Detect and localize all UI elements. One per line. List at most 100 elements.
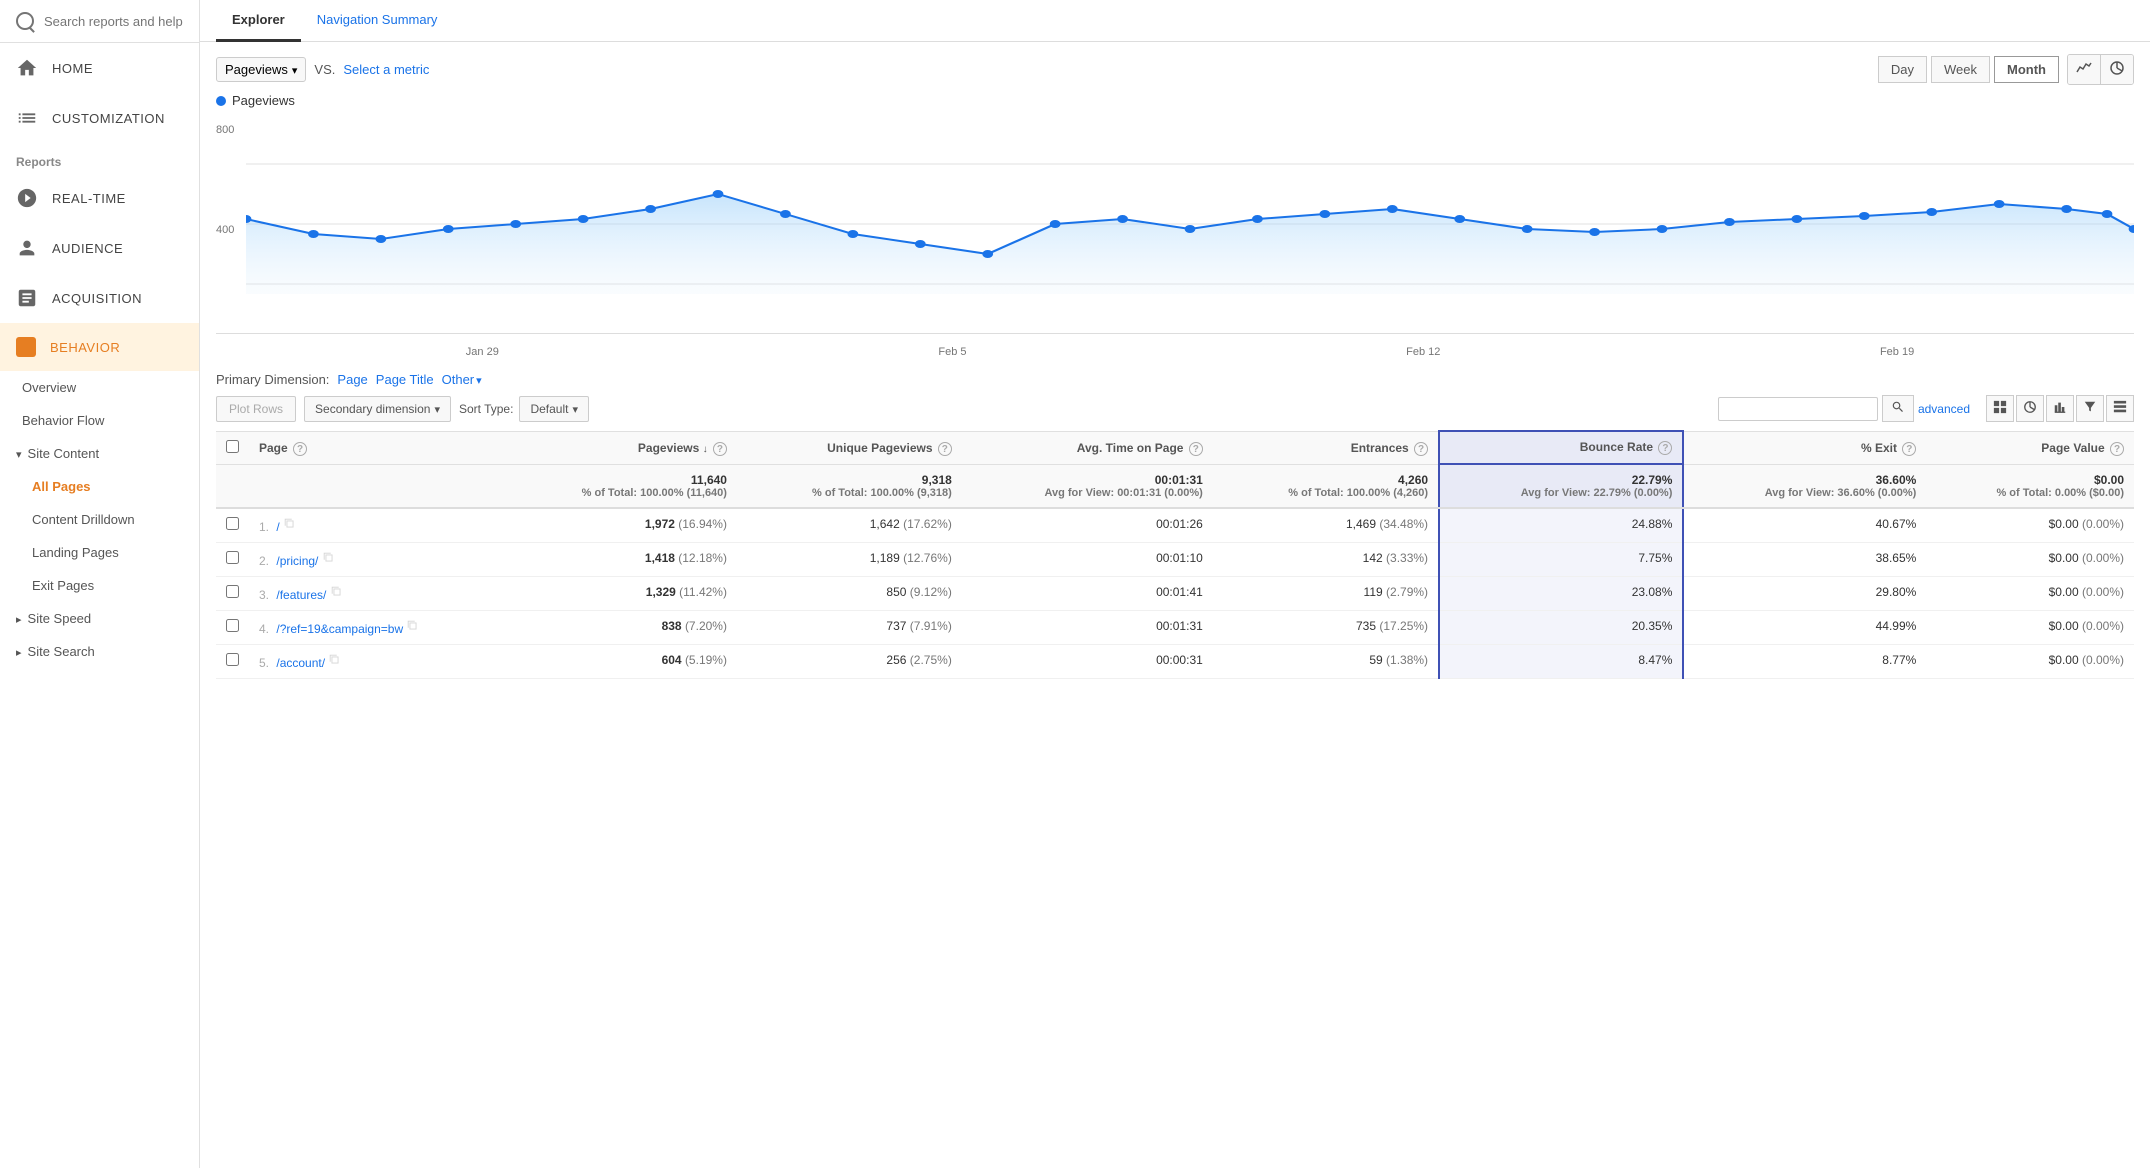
th-exit: % Exit ?	[1683, 431, 1926, 464]
date-btn-day[interactable]: Day	[1878, 56, 1927, 83]
data-table: Page ? Pageviews ↓ ? Unique Pageviews ? …	[216, 430, 2134, 679]
th-bounce-rate: Bounce Rate ?	[1439, 431, 1683, 464]
sidebar-item-home[interactable]: HOME	[0, 43, 199, 93]
grid-icon	[1993, 400, 2007, 414]
table-row: 5. /account/ 604 (5.19%) 256 (2.75%) 00:…	[216, 645, 2134, 679]
row4-unique-pv: 737 (7.91%)	[737, 611, 962, 645]
totals-pageviews: 11,640 % of Total: 100.00% (11,640)	[504, 464, 737, 508]
sort-type-group: Sort Type: Default	[459, 396, 589, 422]
row4-page-value: $0.00 (0.00%)	[1926, 611, 2134, 645]
pie-view-btn[interactable]	[2016, 395, 2044, 422]
row3-check[interactable]	[226, 585, 239, 598]
chart-area: 800 400	[216, 114, 2134, 334]
sidebar-item-overview[interactable]: Overview	[0, 371, 199, 404]
sort-dropdown[interactable]: Default	[519, 396, 589, 422]
row5-page-link[interactable]: /account/	[276, 656, 325, 670]
sidebar-item-behavior[interactable]: BEHAVIOR	[0, 323, 199, 371]
sidebar-item-all-pages[interactable]: All Pages	[0, 470, 199, 503]
tab-navigation-summary[interactable]: Navigation Summary	[301, 0, 454, 42]
row2-bounce-rate: 7.75%	[1439, 543, 1683, 577]
row3-unique-pv: 850 (9.12%)	[737, 577, 962, 611]
table-row: 2. /pricing/ 1,418 (12.18%) 1,189 (12.76…	[216, 543, 2134, 577]
row5-bounce-rate: 8.47%	[1439, 645, 1683, 679]
grid-view-btn[interactable]	[1986, 395, 2014, 422]
line-chart-btn[interactable]	[2068, 55, 2101, 84]
bounce-help-icon[interactable]: ?	[1658, 441, 1672, 455]
x-label-feb12: Feb 12	[1406, 346, 1440, 358]
sidebar-item-realtime[interactable]: REAL-TIME	[0, 173, 199, 223]
primary-dim-page-title[interactable]: Page Title	[376, 372, 434, 387]
sidebar-item-behavior-flow[interactable]: Behavior Flow	[0, 404, 199, 437]
row5-unique-pv: 256 (2.75%)	[737, 645, 962, 679]
sidebar-item-customization[interactable]: CUSTOMIZATION	[0, 93, 199, 143]
date-btn-week[interactable]: Week	[1931, 56, 1990, 83]
unique-pv-help-icon[interactable]: ?	[938, 442, 952, 456]
row1-check[interactable]	[226, 517, 239, 530]
funnel-view-btn[interactable]	[2076, 395, 2104, 422]
row3-page-link[interactable]: /features/	[276, 588, 326, 602]
row1-bounce-rate: 24.88%	[1439, 508, 1683, 543]
row2-page-link[interactable]: /pricing/	[276, 554, 318, 568]
row1-page-value: $0.00 (0.00%)	[1926, 508, 2134, 543]
th-unique-pageviews: Unique Pageviews ?	[737, 431, 962, 464]
sidebar-item-site-search[interactable]: Site Search	[0, 635, 199, 668]
x-label-feb19: Feb 19	[1880, 346, 1914, 358]
entrances-help-icon[interactable]: ?	[1414, 442, 1428, 456]
pageviews-help-icon[interactable]: ?	[713, 442, 727, 456]
row1-pageviews: 1,972 (16.94%)	[504, 508, 737, 543]
sidebar-item-landing-pages[interactable]: Landing Pages	[0, 536, 199, 569]
legend-dot	[216, 96, 226, 106]
sort-type-label: Sort Type:	[459, 402, 513, 416]
primary-dim-other[interactable]: Other	[442, 372, 482, 387]
row4-check[interactable]	[226, 619, 239, 632]
metric-dropdown[interactable]: Pageviews	[216, 57, 306, 82]
pie-chart-btn[interactable]	[2101, 55, 2133, 84]
row5-check[interactable]	[226, 653, 239, 666]
acquisition-icon	[16, 287, 38, 309]
row5-avg-time: 00:00:31	[962, 645, 1213, 679]
totals-bounce-rate: 22.79% Avg for View: 22.79% (0.00%)	[1439, 464, 1683, 508]
secondary-dimension-dropdown[interactable]: Secondary dimension	[304, 396, 451, 422]
tab-explorer[interactable]: Explorer	[216, 0, 301, 42]
row3-avg-time: 00:01:41	[962, 577, 1213, 611]
avg-time-help-icon[interactable]: ?	[1189, 442, 1203, 456]
totals-exit: 36.60% Avg for View: 36.60% (0.00%)	[1683, 464, 1926, 508]
date-btn-month[interactable]: Month	[1994, 56, 2059, 83]
row4-exit: 44.99%	[1683, 611, 1926, 645]
tab-bar: Explorer Navigation Summary	[200, 0, 2150, 42]
sidebar-item-audience[interactable]: AUDIENCE	[0, 223, 199, 273]
select-all-checkbox[interactable]	[226, 440, 239, 453]
row3-pageviews: 1,329 (11.42%)	[504, 577, 737, 611]
table-search-button[interactable]	[1882, 395, 1914, 422]
audience-icon	[16, 237, 38, 259]
advanced-link[interactable]: advanced	[1918, 402, 1970, 416]
exit-help-icon[interactable]: ?	[1902, 442, 1916, 456]
sidebar-item-site-speed[interactable]: Site Speed	[0, 602, 199, 635]
sidebar-item-acquisition[interactable]: ACQUISITION	[0, 273, 199, 323]
row4-entrances: 735 (17.25%)	[1213, 611, 1439, 645]
table-view-btn[interactable]	[2106, 395, 2134, 422]
sidebar-item-content-drilldown[interactable]: Content Drilldown	[0, 503, 199, 536]
row3-copy-icon[interactable]	[330, 585, 344, 599]
row4-copy-icon[interactable]	[406, 619, 420, 633]
row4-avg-time: 00:01:31	[962, 611, 1213, 645]
page-value-help-icon[interactable]: ?	[2110, 442, 2124, 456]
select-metric-link[interactable]: Select a metric	[343, 62, 429, 77]
row1-page-link[interactable]: /	[276, 520, 279, 534]
chart-type-buttons	[2067, 54, 2134, 85]
primary-dim-page[interactable]: Page	[337, 372, 367, 387]
sidebar-item-exit-pages[interactable]: Exit Pages	[0, 569, 199, 602]
table-search-input[interactable]	[1718, 397, 1878, 421]
row5-copy-icon[interactable]	[328, 653, 342, 667]
row2-check[interactable]	[226, 551, 239, 564]
row2-copy-icon[interactable]	[322, 551, 336, 565]
sidebar-item-site-content[interactable]: Site Content	[0, 437, 199, 470]
row1-copy-icon[interactable]	[283, 517, 297, 531]
page-help-icon[interactable]: ?	[293, 442, 307, 456]
bar-view-btn[interactable]	[2046, 395, 2074, 422]
sort-chevron	[572, 402, 578, 416]
site-speed-chevron	[16, 611, 22, 626]
search-bar[interactable]: Search reports and help	[0, 0, 199, 43]
row4-checkbox	[216, 611, 249, 645]
row4-page-link[interactable]: /?ref=19&campaign=bw	[276, 622, 403, 636]
